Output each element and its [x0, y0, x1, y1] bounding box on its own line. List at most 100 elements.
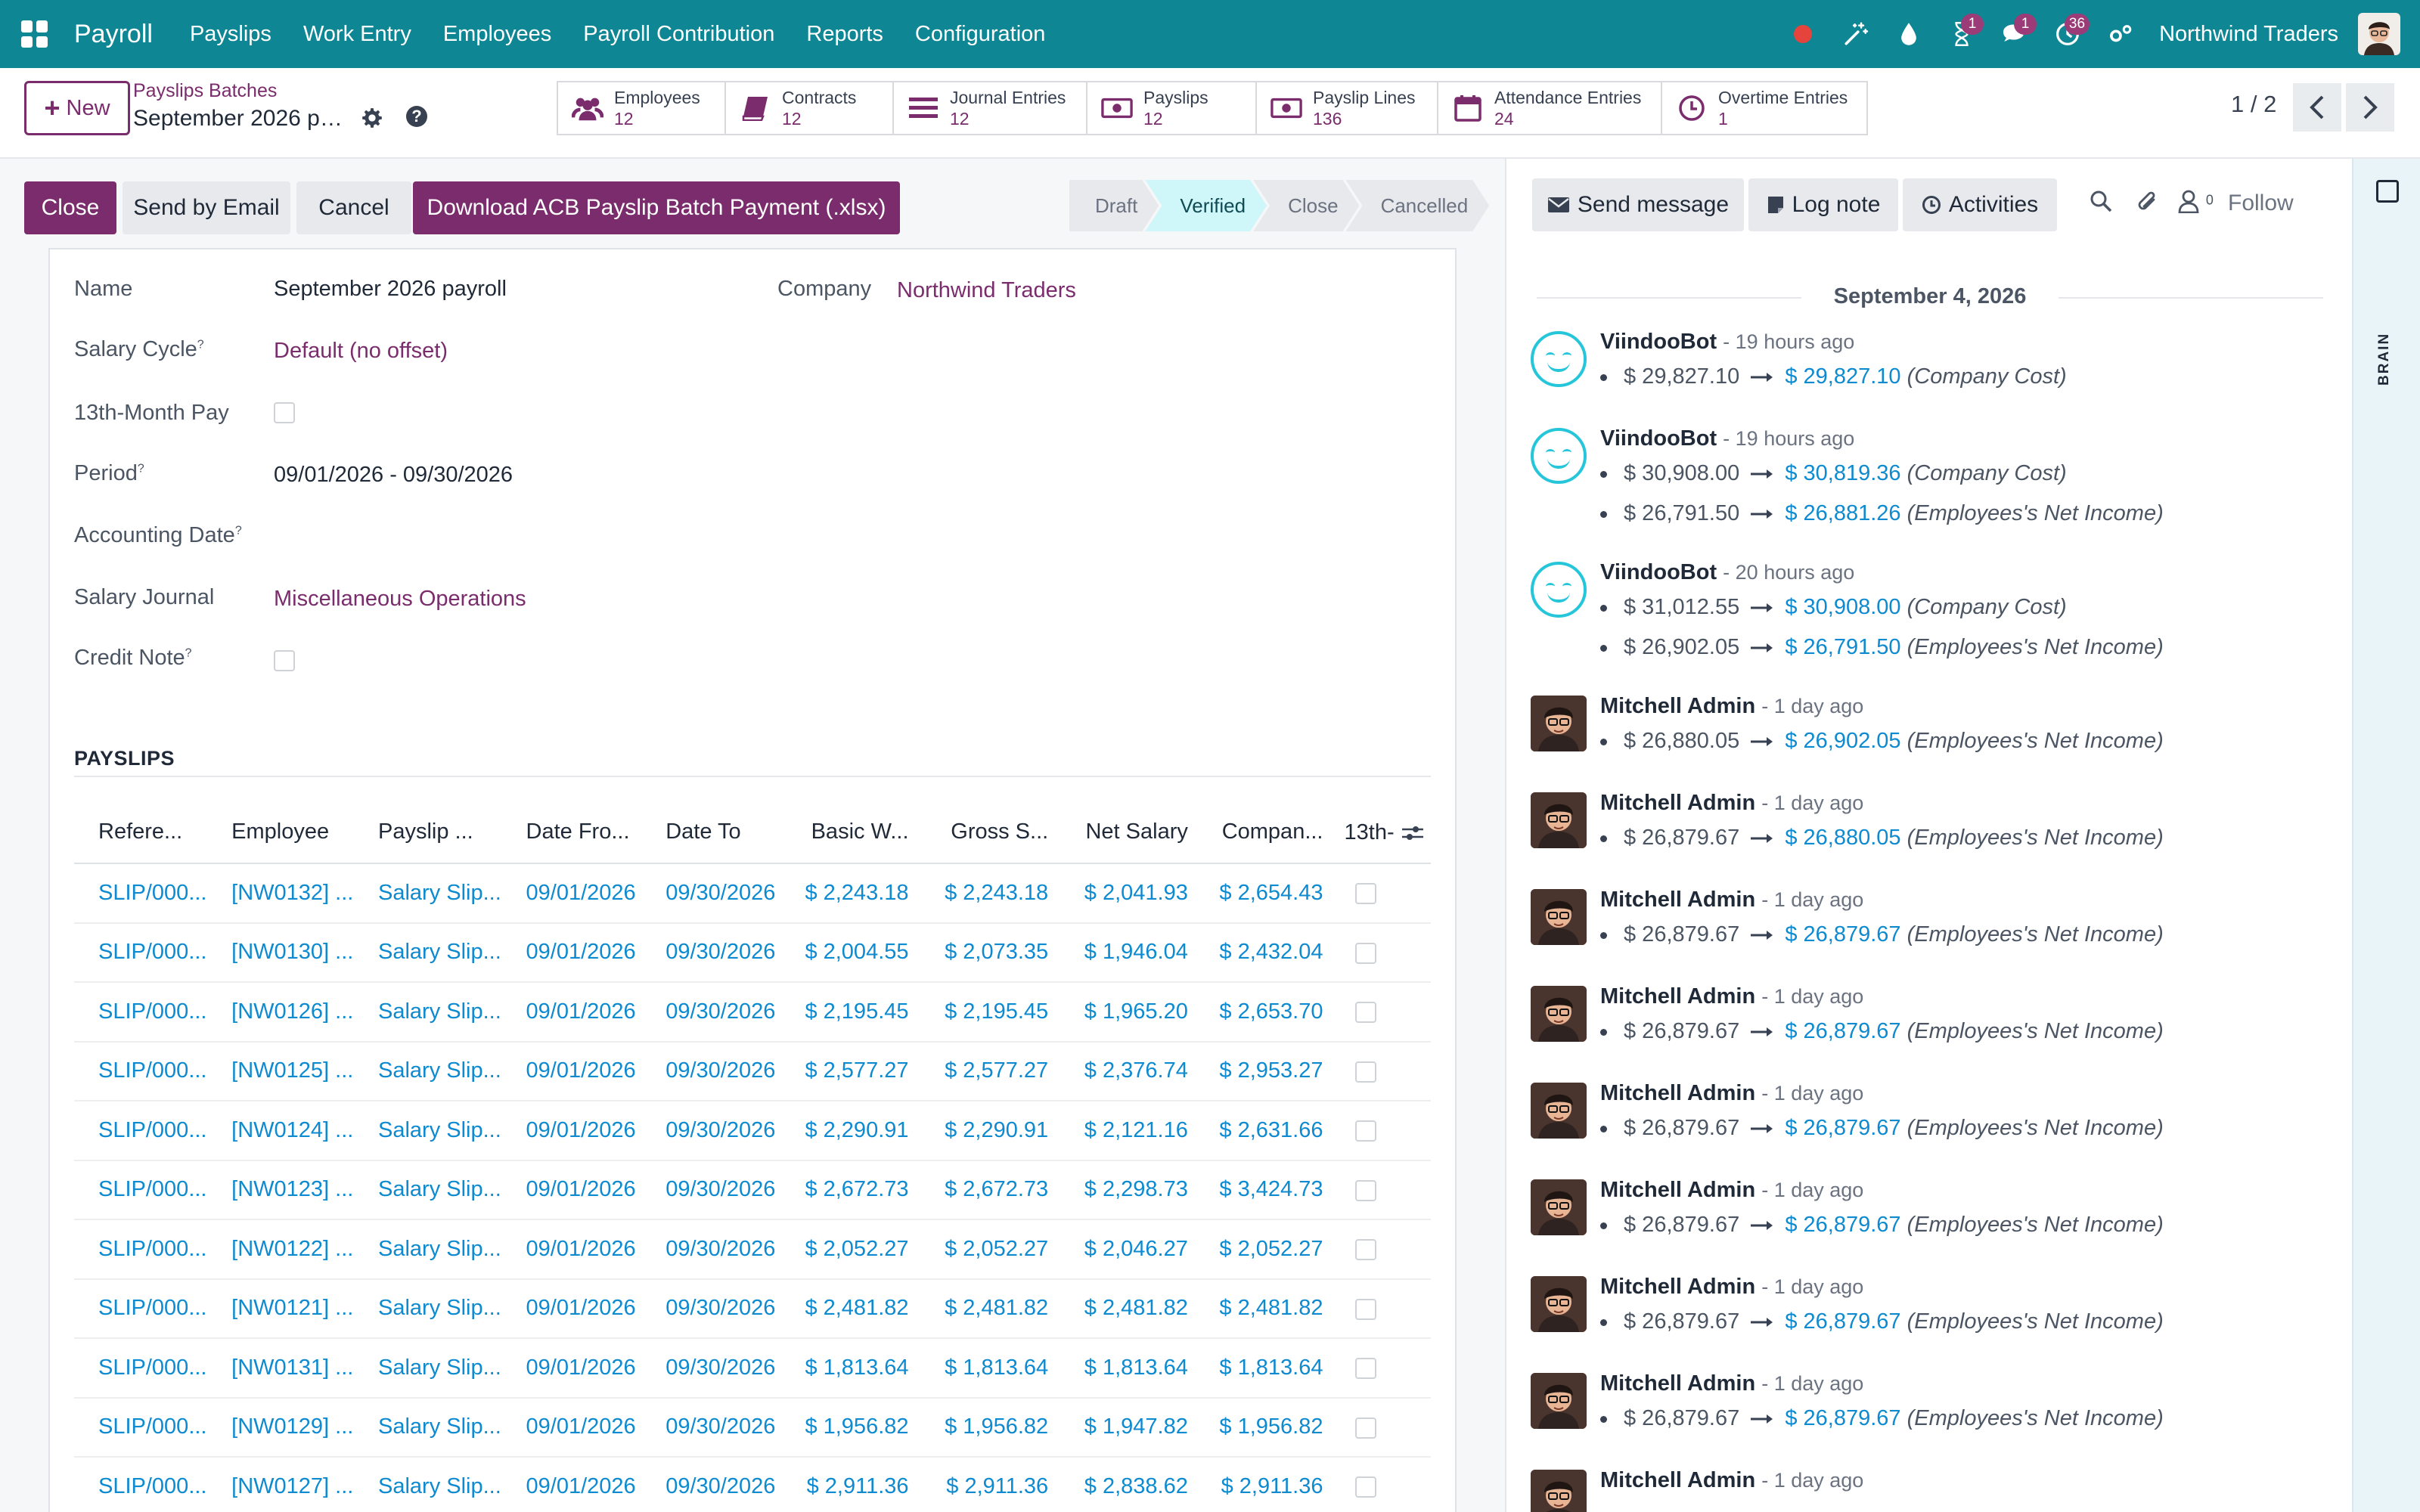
followers-icon[interactable]: 0: [2178, 189, 2214, 219]
cell-reference[interactable]: SLIP/000...: [74, 1457, 208, 1512]
cell-net-salary[interactable]: $ 2,481.82: [1060, 1278, 1200, 1339]
cell-payslip[interactable]: Salary Slip...: [354, 1457, 502, 1512]
log-note-button[interactable]: Log note: [1748, 178, 1898, 231]
table-row[interactable]: SLIP/000... [NW0126] ... Salary Slip... 09/…: [74, 982, 1431, 1043]
avatar[interactable]: [1531, 696, 1587, 751]
menu-reports[interactable]: Reports: [806, 22, 883, 47]
cell-employee[interactable]: [NW0125] ...: [207, 1041, 355, 1101]
cell-payslip[interactable]: Salary Slip...: [354, 1041, 502, 1101]
menu-work-entry[interactable]: Work Entry: [303, 22, 411, 47]
thirteenth-checkbox[interactable]: [1354, 1358, 1376, 1380]
message-author[interactable]: Mitchell Admin - 1 day ago: [1600, 1468, 1863, 1493]
cell-company-cost[interactable]: $ 2,953.27: [1199, 1041, 1336, 1101]
message-author[interactable]: Mitchell Admin - 1 day ago: [1600, 888, 1863, 912]
avatar[interactable]: [1531, 889, 1587, 945]
menu-employees[interactable]: Employees: [443, 22, 551, 47]
cell-gross-salary[interactable]: $ 2,073.35: [920, 922, 1061, 983]
apps-menu-icon[interactable]: [21, 20, 48, 48]
cell-date-to[interactable]: 09/30/2026: [641, 922, 790, 983]
avatar[interactable]: [1531, 1179, 1587, 1235]
message-author[interactable]: ViindooBot - 19 hours ago: [1600, 426, 1854, 451]
paperclip-icon[interactable]: [2136, 189, 2160, 221]
accounting-date-field[interactable]: [274, 523, 728, 550]
cell-date-to[interactable]: 09/30/2026: [641, 1041, 790, 1101]
send-by-email-button[interactable]: Send by Email: [123, 181, 290, 234]
thirteenth-checkbox[interactable]: [1354, 1061, 1376, 1083]
cell-date-to[interactable]: 09/30/2026: [641, 1160, 790, 1220]
cell-company-cost[interactable]: $ 1,813.64: [1199, 1338, 1336, 1399]
cell-reference[interactable]: SLIP/000...: [74, 1219, 208, 1280]
cell-basic-wage[interactable]: $ 1,813.64: [790, 1338, 921, 1399]
cell-basic-wage[interactable]: $ 2,911.36: [790, 1457, 921, 1512]
message-author[interactable]: Mitchell Admin - 1 day ago: [1600, 791, 1863, 816]
cell-basic-wage[interactable]: $ 2,481.82: [790, 1278, 921, 1339]
bot-avatar[interactable]: [1531, 428, 1587, 484]
cell-basic-wage[interactable]: $ 1,956.82: [790, 1397, 921, 1458]
message-author[interactable]: Mitchell Admin - 1 day ago: [1600, 984, 1863, 1009]
cell-date-from[interactable]: 09/01/2026: [501, 1219, 642, 1280]
column-header-employee[interactable]: Employee: [207, 801, 355, 864]
cell-employee[interactable]: [NW0121] ...: [207, 1278, 355, 1339]
gear-icon[interactable]: [361, 107, 383, 135]
cell-gross-salary[interactable]: $ 2,243.18: [920, 863, 1061, 924]
cell-company-cost[interactable]: $ 1,956.82: [1199, 1397, 1336, 1458]
cell-employee[interactable]: [NW0126] ...: [207, 982, 355, 1043]
cell-employee[interactable]: [NW0124] ...: [207, 1101, 355, 1161]
column-header-payslip[interactable]: Payslip ...: [354, 801, 502, 864]
employees-smart-button[interactable]: Employees 12: [558, 82, 726, 134]
cell-basic-wage[interactable]: $ 2,672.73: [790, 1160, 921, 1220]
cancel-button[interactable]: Cancel: [296, 181, 411, 234]
company-field[interactable]: Northwind Traders: [897, 278, 1076, 303]
table-row[interactable]: SLIP/000... [NW0125] ... Salary Slip... 09/…: [74, 1041, 1431, 1101]
menu-configuration[interactable]: Configuration: [915, 22, 1046, 47]
journal-entries-smart-button[interactable]: Journal Entries 12: [894, 82, 1087, 134]
pager-next-button[interactable]: [2346, 83, 2394, 132]
cell-net-salary[interactable]: $ 1,965.20: [1060, 982, 1200, 1043]
message-author[interactable]: Mitchell Admin - 1 day ago: [1600, 1275, 1863, 1300]
avatar[interactable]: [1531, 1276, 1587, 1332]
cell-gross-salary[interactable]: $ 2,911.36: [920, 1457, 1061, 1512]
company-switcher[interactable]: Northwind Traders: [2159, 22, 2338, 47]
avatar[interactable]: [1531, 1470, 1587, 1512]
drop-icon[interactable]: [1882, 0, 1935, 68]
contracts-smart-button[interactable]: Contracts 12: [726, 82, 894, 134]
app-name[interactable]: Payroll: [74, 20, 153, 49]
cell-employee[interactable]: [NW0122] ...: [207, 1219, 355, 1280]
cell-reference[interactable]: SLIP/000...: [74, 1101, 208, 1161]
column-header-net-salary[interactable]: Net Salary: [1060, 801, 1200, 864]
cell-net-salary[interactable]: $ 1,946.04: [1060, 922, 1200, 983]
cell-reference[interactable]: SLIP/000...: [74, 863, 208, 924]
cell-reference[interactable]: SLIP/000...: [74, 1397, 208, 1458]
salary-journal-field[interactable]: Miscellaneous Operations: [274, 587, 526, 612]
settings-icon[interactable]: [2094, 0, 2147, 68]
cell-payslip[interactable]: Salary Slip...: [354, 922, 502, 983]
column-header-date-to[interactable]: Date To: [641, 801, 790, 864]
cell-date-to[interactable]: 09/30/2026: [641, 1219, 790, 1280]
cell-gross-salary[interactable]: $ 2,195.45: [920, 982, 1061, 1043]
table-row[interactable]: SLIP/000... [NW0131] ... Salary Slip... 09/…: [74, 1338, 1431, 1399]
message-author[interactable]: Mitchell Admin - 1 day ago: [1600, 1371, 1863, 1396]
avatar[interactable]: [1531, 792, 1587, 848]
cell-date-to[interactable]: 09/30/2026: [641, 1101, 790, 1161]
message-author[interactable]: Mitchell Admin - 1 day ago: [1600, 694, 1863, 719]
table-row[interactable]: SLIP/000... [NW0121] ... Salary Slip... 09/…: [74, 1278, 1431, 1339]
message-author[interactable]: Mitchell Admin - 1 day ago: [1600, 1081, 1863, 1106]
table-row[interactable]: SLIP/000... [NW0123] ... Salary Slip... 09/…: [74, 1160, 1431, 1220]
thirteenth-checkbox[interactable]: [1354, 1002, 1376, 1024]
thirteenth-checkbox[interactable]: [1354, 883, 1376, 905]
credit-note-checkbox[interactable]: [274, 650, 295, 671]
cell-date-to[interactable]: 09/30/2026: [641, 863, 790, 924]
cell-date-from[interactable]: 09/01/2026: [501, 1397, 642, 1458]
follow-button[interactable]: Follow: [2228, 191, 2294, 216]
cell-company-cost[interactable]: $ 2,631.66: [1199, 1101, 1336, 1161]
cell-date-to[interactable]: 09/30/2026: [641, 1457, 790, 1512]
cell-reference[interactable]: SLIP/000...: [74, 1041, 208, 1101]
column-header-reference[interactable]: Refere...: [74, 801, 208, 864]
table-row[interactable]: SLIP/000... [NW0132] ... Salary Slip... 09/…: [74, 863, 1431, 924]
thirteenth-checkbox[interactable]: [1354, 1298, 1376, 1320]
send-message-button[interactable]: Send message: [1532, 178, 1744, 231]
table-row[interactable]: SLIP/000... [NW0129] ... Salary Slip... 09/…: [74, 1397, 1431, 1458]
stage-draft[interactable]: Draft: [1069, 180, 1159, 231]
cell-gross-salary[interactable]: $ 2,290.91: [920, 1101, 1061, 1161]
cell-employee[interactable]: [NW0123] ...: [207, 1160, 355, 1220]
